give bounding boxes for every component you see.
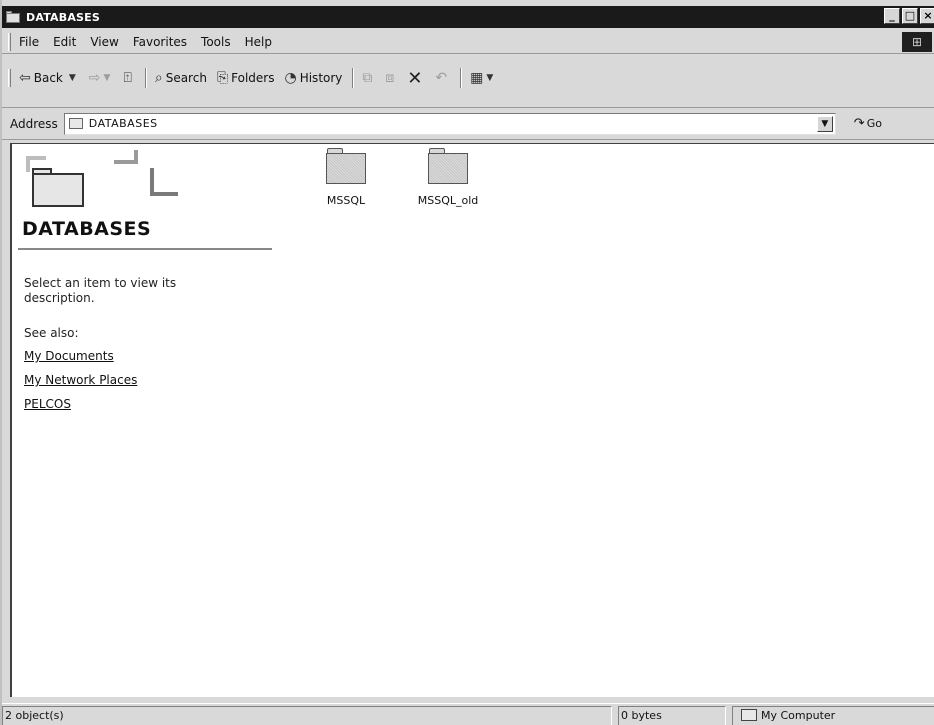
move-to-icon: ⧉ <box>362 70 373 86</box>
copy-to-icon: ⧈ <box>385 70 395 86</box>
toolbar-separator <box>460 68 463 88</box>
link-my-documents[interactable]: My Documents <box>24 349 114 363</box>
status-zone: My Computer <box>732 706 934 725</box>
folder-icon <box>6 11 22 23</box>
folders-button[interactable]: ⎘ Folders <box>217 70 275 86</box>
pane-description: Select an item to view its description. <box>24 276 177 305</box>
search-icon: ⌕ <box>154 70 163 86</box>
status-zone-label: My Computer <box>761 709 836 722</box>
address-value: DATABASES <box>88 117 158 130</box>
chevron-down-icon: ▼ <box>486 73 494 83</box>
delete-button[interactable]: ✕ <box>407 68 425 89</box>
pane-title: DATABASES <box>22 218 152 240</box>
menu-tools[interactable]: Tools <box>201 35 231 49</box>
menu-edit[interactable]: Edit <box>53 35 76 49</box>
back-arrow-icon: ⇦ <box>19 70 31 86</box>
folder-label: MSSQL <box>326 194 366 207</box>
folder-icon <box>68 118 83 129</box>
undo-button[interactable]: ↶ <box>435 70 450 86</box>
address-dropdown-button[interactable]: ▼ <box>816 115 833 132</box>
forward-arrow-icon: ⇨ <box>88 70 101 86</box>
menu-help[interactable]: Help <box>245 35 272 49</box>
divider <box>18 248 272 250</box>
search-label: Search <box>165 71 207 85</box>
maximize-button[interactable]: □ <box>902 8 918 24</box>
status-object-count: 2 object(s) <box>2 706 612 725</box>
status-bar: 2 object(s) 0 bytes My Computer <box>2 703 934 725</box>
history-label: History <box>299 71 343 85</box>
chevron-down-icon: ▼ <box>68 73 76 83</box>
toolbar-grip[interactable] <box>8 69 11 87</box>
go-label: Go <box>866 117 882 130</box>
address-bar: Address DATABASES ▼ ↷ Go <box>2 108 934 140</box>
copy-to-button[interactable]: ⧈ <box>385 70 397 86</box>
folder-view[interactable]: DATABASES Select an item to view its des… <box>10 143 934 697</box>
computer-icon <box>741 709 757 721</box>
status-size: 0 bytes <box>618 706 726 725</box>
go-arrow-icon: ↷ <box>853 116 865 131</box>
menu-view[interactable]: View <box>90 35 118 49</box>
standard-toolbar: ⇦ Back ▼ ⇨ ▼ ⍐ ⌕ Search ⎘ Folders ◔ Hist… <box>2 56 934 108</box>
folders-icon: ⎘ <box>216 70 229 86</box>
history-icon: ◔ <box>284 70 297 86</box>
link-pelcos[interactable]: PELCOS <box>24 397 71 411</box>
up-folder-icon: ⍐ <box>123 70 132 86</box>
go-button[interactable]: ↷ Go <box>854 116 882 131</box>
explorer-window: DATABASES _ □ × File Edit View Favorites… <box>0 0 934 725</box>
menu-favorites[interactable]: Favorites <box>133 35 187 49</box>
delete-icon: ✕ <box>407 67 423 89</box>
menu-file[interactable]: File <box>19 35 39 49</box>
menu-bar: File Edit View Favorites Tools Help ⊞ <box>2 30 934 54</box>
folders-label: Folders <box>231 71 275 85</box>
folder-label: MSSQL_old <box>417 194 479 207</box>
folder-icon <box>32 168 84 208</box>
minimize-button[interactable]: _ <box>884 8 900 24</box>
window-title: DATABASES <box>26 10 101 24</box>
folder-banner-art <box>18 148 178 214</box>
windows-logo-icon: ⊞ <box>902 32 932 52</box>
chevron-down-icon: ▼ <box>103 73 111 83</box>
folder-icon <box>326 148 366 184</box>
web-view-info-pane: DATABASES Select an item to view its des… <box>12 144 272 684</box>
title-bar[interactable]: DATABASES _ □ × <box>2 6 934 28</box>
up-folder-button[interactable]: ⍐ <box>123 70 134 86</box>
address-label: Address <box>10 116 58 131</box>
toolbar-separator <box>144 68 147 88</box>
move-to-button[interactable]: ⧉ <box>362 70 375 86</box>
undo-icon: ↶ <box>435 70 448 86</box>
back-label: Back <box>33 71 63 85</box>
toolbar-separator <box>352 68 355 88</box>
link-my-network-places[interactable]: My Network Places <box>24 373 137 387</box>
folder-item[interactable]: MSSQL <box>308 148 384 207</box>
back-button[interactable]: ⇦ Back ▼ <box>19 70 79 86</box>
search-button[interactable]: ⌕ Search <box>155 70 207 86</box>
see-also-label: See also: <box>24 326 79 340</box>
views-icon: ▦ <box>470 70 484 86</box>
address-field[interactable]: DATABASES ▼ <box>63 112 836 135</box>
folder-icon <box>428 148 468 184</box>
close-button[interactable]: × <box>920 8 934 24</box>
folder-item[interactable]: MSSQL_old <box>410 148 486 207</box>
menubar-grip[interactable] <box>8 32 11 51</box>
history-button[interactable]: ◔ History <box>284 70 342 86</box>
views-button[interactable]: ▦ ▼ <box>470 70 496 86</box>
forward-button[interactable]: ⇨ ▼ <box>89 70 114 86</box>
